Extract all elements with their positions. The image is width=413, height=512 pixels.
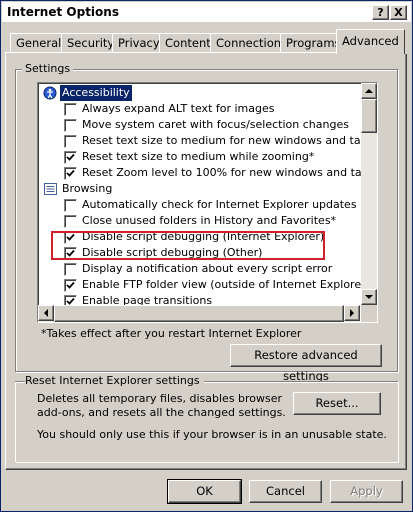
internet-options-dialog: Internet Options ? X General Security Pr… <box>0 0 413 512</box>
reset-description-line1: Deletes all temporary files, disables br… <box>37 392 283 405</box>
reset-button[interactable]: Reset... <box>293 392 381 415</box>
checkbox-unchecked[interactable] <box>64 199 77 212</box>
tab-label: Connections <box>216 36 288 50</box>
setting-option[interactable]: Move system caret with focus/selection c… <box>38 117 358 133</box>
checkmark-icon <box>66 153 75 161</box>
close-icon: X <box>394 6 403 19</box>
accessibility-icon <box>43 86 58 100</box>
setting-option[interactable]: Display a notification about every scrip… <box>38 261 358 277</box>
setting-option[interactable]: Reset text size to medium while zooming* <box>38 149 358 165</box>
option-label: Reset text size to medium while zooming* <box>82 150 315 163</box>
checkmark-icon <box>66 281 75 289</box>
option-label: Move system caret with focus/selection c… <box>82 118 349 131</box>
arrow-right-icon <box>350 309 354 317</box>
close-button[interactable]: X <box>390 5 407 20</box>
cancel-button[interactable]: Cancel <box>249 480 322 503</box>
help-button[interactable]: ? <box>372 5 389 20</box>
category-label: Accessibility <box>60 85 132 101</box>
tab-label: Advanced <box>342 34 399 48</box>
horizontal-scroll-thumb[interactable] <box>54 305 344 322</box>
tab-label: Security <box>67 36 115 50</box>
reset-description-line2: add-ons, and resets all the changed sett… <box>37 406 286 419</box>
tab-label: Programs <box>286 36 341 50</box>
setting-option[interactable]: Automatically check for Internet Explore… <box>38 197 358 213</box>
reset-group-label: Reset Internet Explorer settings <box>25 374 204 387</box>
vertical-scroll-thumb[interactable] <box>361 99 377 133</box>
button-label: OK <box>196 484 213 498</box>
vertical-scrollbar[interactable] <box>361 83 377 305</box>
tab-general[interactable]: General <box>10 33 68 53</box>
browsing-icon <box>43 182 58 196</box>
apply-button[interactable]: Apply <box>330 480 403 503</box>
button-label: Apply <box>350 484 383 498</box>
checkbox-checked[interactable] <box>64 167 77 180</box>
option-label: Display a notification about every scrip… <box>82 262 333 275</box>
button-label: Cancel <box>266 484 305 498</box>
tab-privacy[interactable]: Privacy <box>112 33 166 53</box>
scroll-left-button[interactable] <box>38 305 54 321</box>
option-label: Close unused folders in History and Favo… <box>82 214 337 227</box>
arrow-left-icon <box>44 309 48 317</box>
settings-category[interactable]: Accessibility <box>38 85 358 101</box>
option-label: Reset text size to medium for new window… <box>82 134 374 147</box>
restore-advanced-settings-button[interactable]: Restore advanced settings <box>230 344 382 383</box>
scroll-down-button[interactable] <box>361 289 377 305</box>
checkbox-checked[interactable] <box>64 151 77 164</box>
checkbox-unchecked[interactable] <box>64 215 77 228</box>
setting-option[interactable]: Enable FTP folder view (outside of Inter… <box>38 277 370 293</box>
reset-warning: You should only use this if your browser… <box>37 428 387 441</box>
annotation-highlight <box>51 231 325 260</box>
restart-footnote: *Takes effect after you restart Internet… <box>41 327 302 340</box>
checkbox-unchecked[interactable] <box>64 119 77 132</box>
checkbox-checked[interactable] <box>64 279 77 292</box>
tab-strip: General Security Privacy Content Connect… <box>1 23 413 54</box>
checkbox-unchecked[interactable] <box>64 103 77 116</box>
option-label: Reset Zoom level to 100% for new windows… <box>82 166 375 179</box>
window-title: Internet Options <box>7 5 119 19</box>
setting-option[interactable]: Close unused folders in History and Favo… <box>38 213 358 229</box>
title-bar: Internet Options ? X <box>2 2 411 23</box>
settings-list[interactable]: Accessibility Always expand ALT text for … <box>37 82 378 323</box>
option-label: Automatically check for Internet Explore… <box>82 198 357 211</box>
tab-advanced[interactable]: Advanced <box>336 29 405 54</box>
horizontal-scrollbar[interactable] <box>38 305 360 322</box>
setting-option[interactable]: Reset text size to medium for new window… <box>38 133 373 149</box>
tab-label: General <box>16 36 62 50</box>
scroll-right-button[interactable] <box>344 305 360 321</box>
checkmark-icon <box>66 169 75 177</box>
scroll-up-button[interactable] <box>361 83 377 99</box>
button-label: Reset... <box>315 396 359 410</box>
option-label: Enable FTP folder view (outside of Inter… <box>82 278 370 291</box>
category-label: Browsing <box>62 182 113 195</box>
ok-button[interactable]: OK <box>167 479 242 504</box>
help-icon: ? <box>377 6 384 19</box>
arrow-up-icon <box>365 89 373 93</box>
tab-content[interactable]: Content <box>159 33 217 53</box>
tab-label: Content <box>165 36 211 50</box>
option-label: Always expand ALT text for images <box>82 102 275 115</box>
settings-category[interactable]: Browsing <box>38 181 358 197</box>
checkbox-unchecked[interactable] <box>64 135 77 148</box>
setting-option[interactable]: Always expand ALT text for images <box>38 101 358 117</box>
scrollbar-corner <box>361 305 377 322</box>
checkbox-unchecked[interactable] <box>64 263 77 276</box>
arrow-down-icon <box>365 295 373 299</box>
setting-option[interactable]: Reset Zoom level to 100% for new windows… <box>38 165 374 181</box>
settings-group-label: Settings <box>22 62 74 75</box>
tab-label: Privacy <box>118 36 160 50</box>
